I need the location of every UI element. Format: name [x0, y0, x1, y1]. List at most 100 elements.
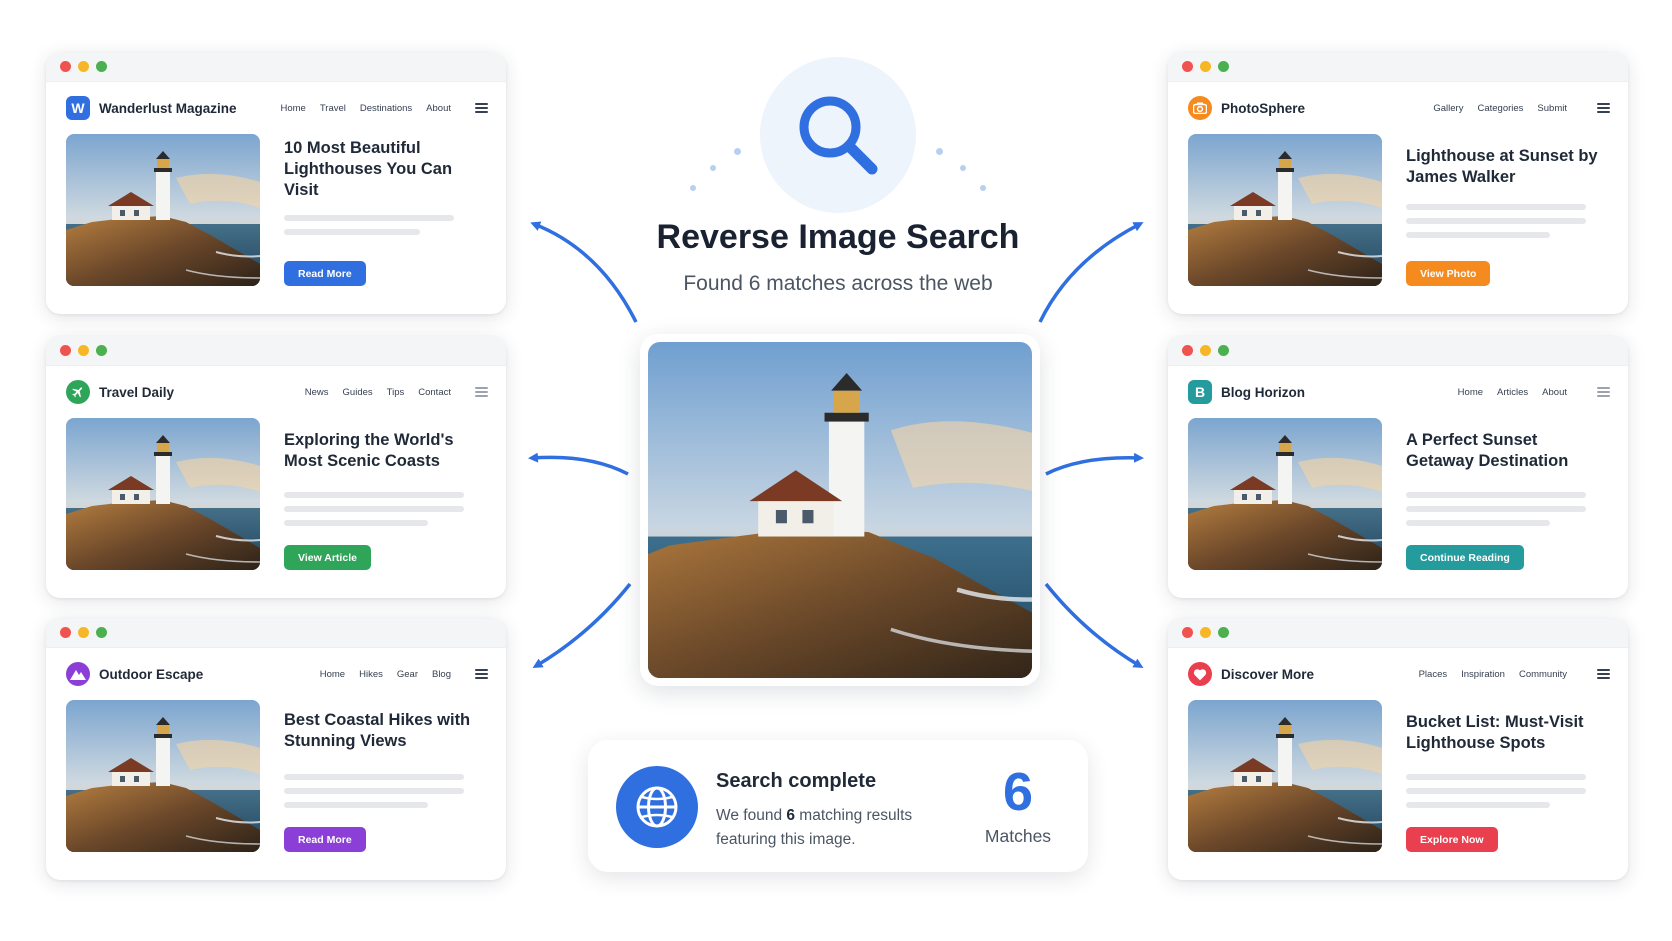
- page-title: Reverse Image Search: [656, 218, 1020, 256]
- close-dot: [1182, 61, 1193, 72]
- search-icon-badge: [760, 57, 916, 213]
- browser-chrome: [46, 52, 506, 82]
- nav-item[interactable]: Home: [281, 103, 306, 114]
- decorative-dot: [690, 185, 696, 191]
- page-subtitle: Found 6 matches across the web: [683, 272, 993, 295]
- globe-icon: [616, 766, 698, 848]
- reverse-image-search-stage: Reverse Image Search Found 6 matches acr…: [0, 0, 1672, 941]
- nav-item[interactable]: Blog: [432, 669, 451, 680]
- nav-item[interactable]: Categories: [1477, 103, 1523, 114]
- article-headline[interactable]: Bucket List: Must-Visit Lighthouse Spots: [1406, 712, 1608, 754]
- decorative-dot: [734, 148, 741, 155]
- maximize-dot: [96, 627, 107, 638]
- site-name: PhotoSphere: [1221, 100, 1306, 116]
- nav-item[interactable]: Destinations: [360, 103, 412, 114]
- close-dot: [60, 61, 71, 72]
- site-nav: Home Articles About: [1458, 387, 1610, 398]
- site-header: B Blog Horizon Home Articles About: [1168, 366, 1628, 418]
- read-more-button[interactable]: Read More: [284, 261, 366, 286]
- browser-chrome: [46, 336, 506, 366]
- site-header: Discover More Places Inspiration Communi…: [1168, 648, 1628, 700]
- decorative-dot: [980, 185, 986, 191]
- maximize-dot: [1218, 61, 1229, 72]
- camera-icon: [1188, 96, 1212, 120]
- lighthouse-thumbnail: [1188, 700, 1382, 852]
- nav-item[interactable]: Contact: [418, 387, 451, 398]
- hamburger-menu-icon[interactable]: [1597, 669, 1610, 679]
- nav-item[interactable]: Home: [320, 669, 345, 680]
- minimize-dot: [1200, 345, 1211, 356]
- site-name: Blog Horizon: [1221, 384, 1305, 400]
- result-card-discover-more[interactable]: Discover More Places Inspiration Communi…: [1168, 618, 1628, 880]
- result-card-outdoor-escape[interactable]: Outdoor Escape Home Hikes Gear Blog Best…: [46, 618, 506, 880]
- hamburger-menu-icon[interactable]: [475, 103, 488, 113]
- nav-item[interactable]: Guides: [343, 387, 373, 398]
- article-headline[interactable]: Best Coastal Hikes with Stunning Views: [284, 710, 486, 752]
- continue-reading-button[interactable]: Continue Reading: [1406, 545, 1524, 570]
- close-dot: [60, 345, 71, 356]
- nav-item[interactable]: Travel: [320, 103, 346, 114]
- minimize-dot: [1200, 61, 1211, 72]
- maximize-dot: [1218, 345, 1229, 356]
- nav-item[interactable]: Gallery: [1433, 103, 1463, 114]
- hamburger-menu-icon[interactable]: [1597, 103, 1610, 113]
- nav-item[interactable]: News: [305, 387, 329, 398]
- site-header: Outdoor Escape Home Hikes Gear Blog: [46, 648, 506, 700]
- close-dot: [1182, 627, 1193, 638]
- nav-item[interactable]: Tips: [387, 387, 405, 398]
- decorative-dot: [936, 148, 943, 155]
- article-headline[interactable]: 10 Most Beautiful Lighthouses You Can Vi…: [284, 138, 486, 201]
- nav-item[interactable]: Inspiration: [1461, 669, 1505, 680]
- text-placeholder: [1406, 774, 1608, 808]
- browser-chrome: [46, 618, 506, 648]
- explore-now-button[interactable]: Explore Now: [1406, 827, 1498, 852]
- w-letter-icon: W: [66, 96, 90, 120]
- site-nav: Gallery Categories Submit: [1433, 103, 1610, 114]
- article-headline[interactable]: Exploring the World's Most Scenic Coasts: [284, 430, 486, 472]
- nav-item[interactable]: Gear: [397, 669, 418, 680]
- site-nav: Places Inspiration Community: [1419, 669, 1610, 680]
- close-dot: [1182, 345, 1193, 356]
- hamburger-menu-icon[interactable]: [1597, 387, 1610, 397]
- result-card-travel-daily[interactable]: Travel Daily News Guides Tips Contact Ex…: [46, 336, 506, 598]
- arrow-to-travel-daily: [528, 452, 629, 476]
- arrow-to-outdoor-escape: [532, 582, 632, 669]
- lighthouse-photo: [648, 342, 1032, 678]
- text-placeholder: [284, 774, 486, 808]
- arrow-to-discover-more: [1044, 582, 1144, 669]
- view-article-button[interactable]: View Article: [284, 545, 371, 570]
- hamburger-menu-icon[interactable]: [475, 387, 488, 397]
- result-card-photosphere[interactable]: PhotoSphere Gallery Categories Submit Li…: [1168, 52, 1628, 314]
- minimize-dot: [78, 627, 89, 638]
- nav-item[interactable]: Home: [1458, 387, 1483, 398]
- match-count: 6: [1002, 762, 1034, 822]
- text-placeholder: [284, 215, 486, 235]
- match-count-label: Matches: [984, 826, 1052, 846]
- hamburger-menu-icon[interactable]: [475, 669, 488, 679]
- nav-item[interactable]: Places: [1419, 669, 1448, 680]
- lighthouse-thumbnail: [1188, 134, 1382, 286]
- nav-item[interactable]: About: [1542, 387, 1567, 398]
- article-headline[interactable]: A Perfect Sunset Getaway Destination: [1406, 430, 1608, 472]
- heart-icon: [1188, 662, 1212, 686]
- nav-item[interactable]: Articles: [1497, 387, 1528, 398]
- browser-chrome: [1168, 618, 1628, 648]
- view-photo-button[interactable]: View Photo: [1406, 261, 1491, 286]
- minimize-dot: [78, 345, 89, 356]
- result-card-blog-horizon[interactable]: B Blog Horizon Home Articles About A Per…: [1168, 336, 1628, 598]
- minimize-dot: [1200, 627, 1211, 638]
- b-letter-icon: B: [1188, 380, 1212, 404]
- article-headline[interactable]: Lighthouse at Sunset by James Walker: [1406, 146, 1608, 188]
- result-card-wanderlust[interactable]: W Wanderlust Magazine Home Travel Destin…: [46, 52, 506, 314]
- nav-item[interactable]: Community: [1519, 669, 1567, 680]
- status-description: We found 6 matching results featuring th…: [716, 807, 913, 848]
- site-nav: News Guides Tips Contact: [305, 387, 488, 398]
- browser-chrome: [1168, 336, 1628, 366]
- read-more-button[interactable]: Read More: [284, 827, 366, 852]
- mountain-icon: [66, 662, 90, 686]
- lighthouse-thumbnail: [1188, 418, 1382, 570]
- nav-item[interactable]: About: [426, 103, 451, 114]
- nav-item[interactable]: Hikes: [359, 669, 383, 680]
- nav-item[interactable]: Submit: [1537, 103, 1567, 114]
- site-header: W Wanderlust Magazine Home Travel Destin…: [46, 82, 506, 134]
